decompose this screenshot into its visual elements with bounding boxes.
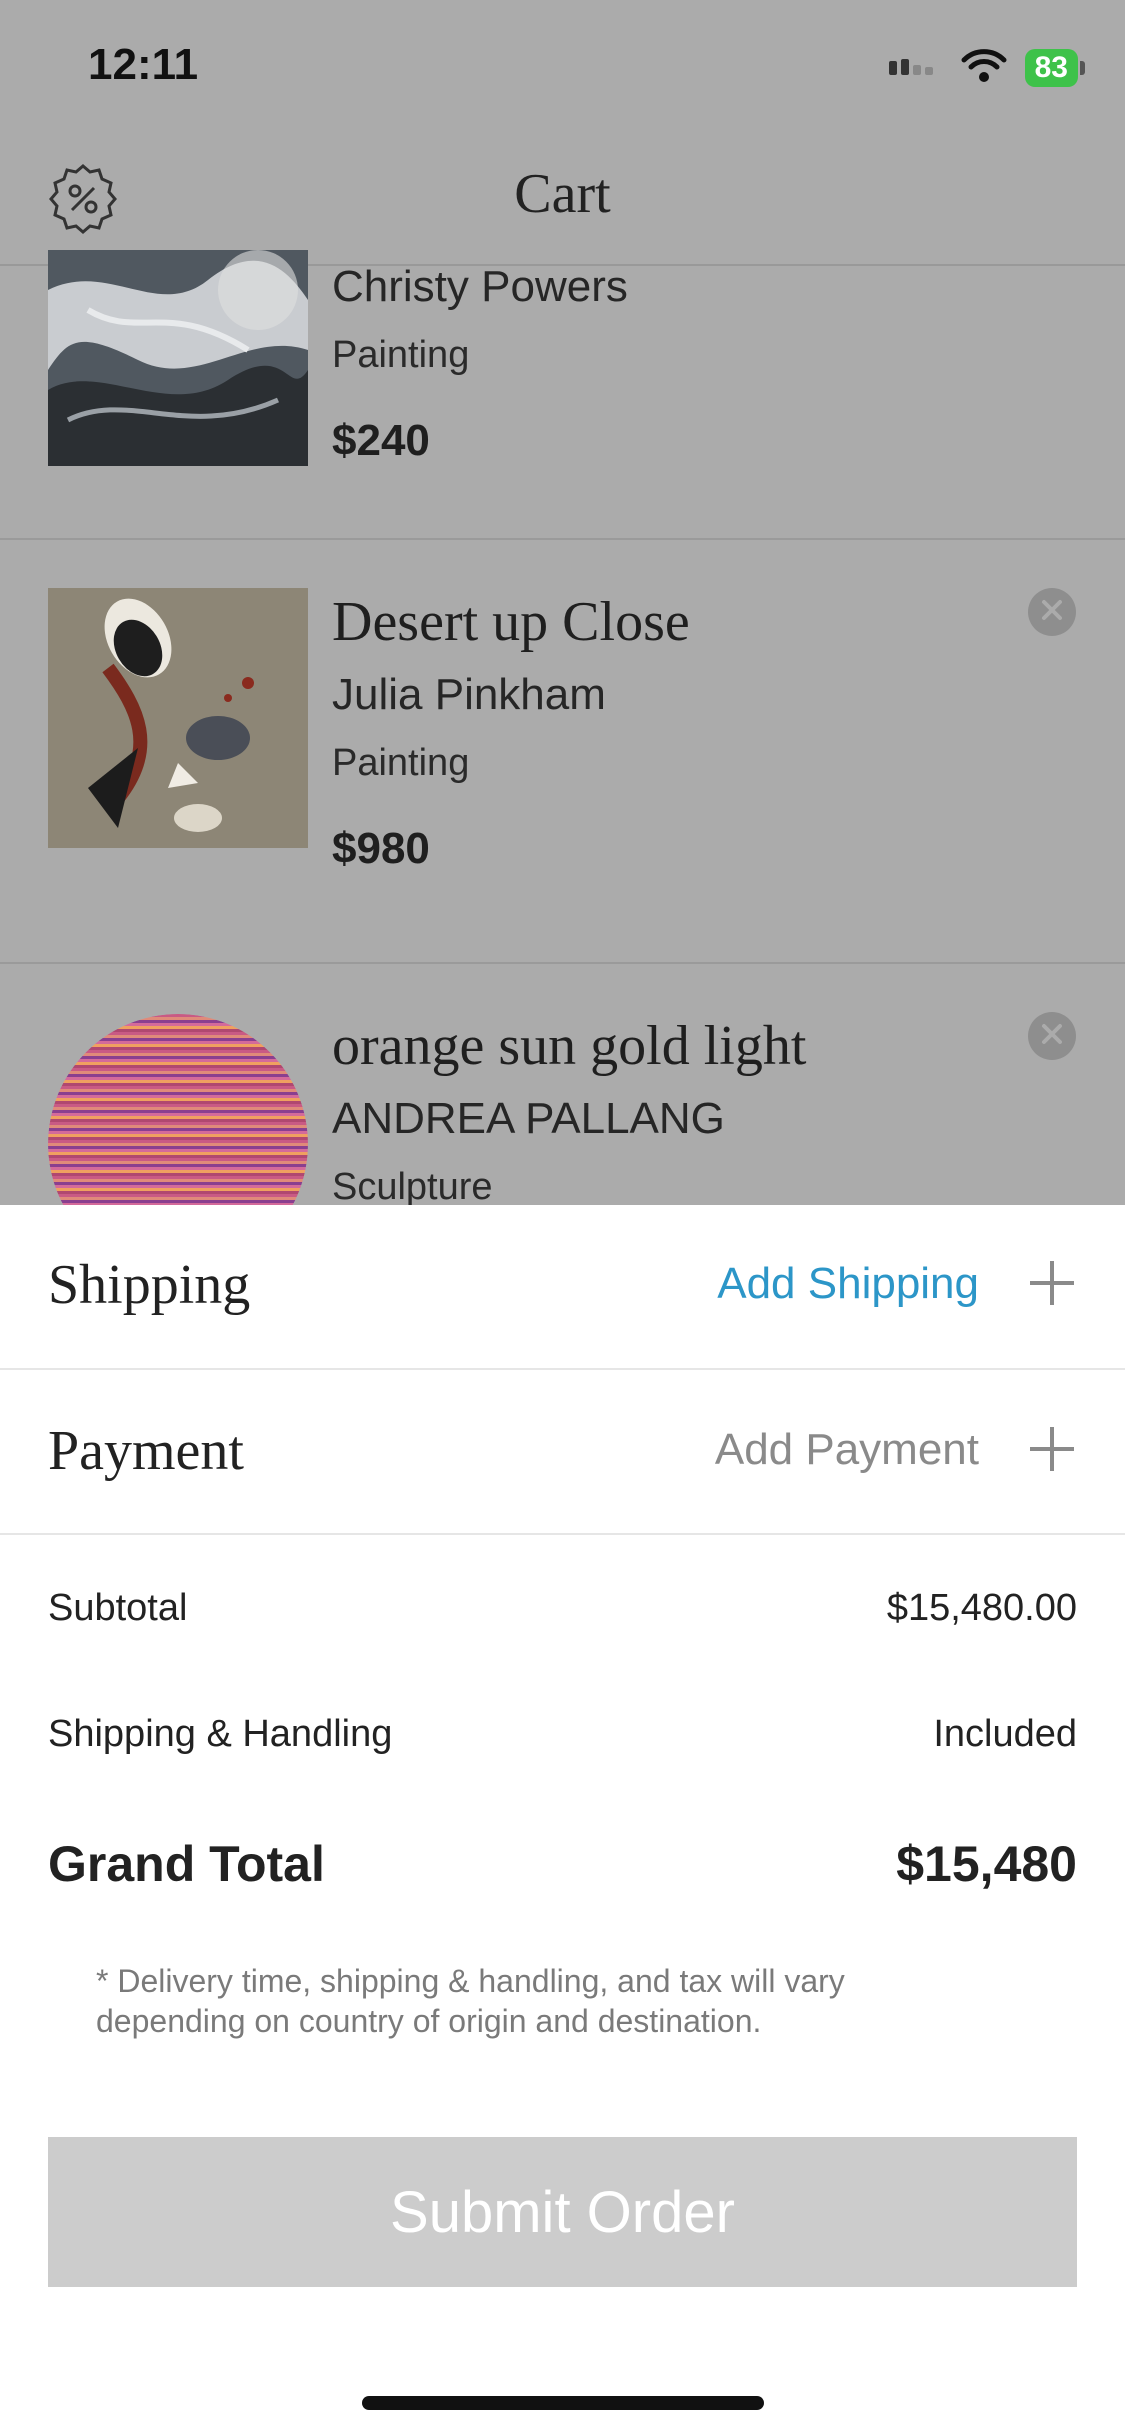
wifi-icon xyxy=(961,48,1007,87)
remove-item-button[interactable] xyxy=(1028,588,1076,636)
battery-level: 83 xyxy=(1024,48,1078,87)
divider xyxy=(0,1368,1125,1370)
cart-item[interactable]: Christy Powers Painting $240 xyxy=(0,206,1125,542)
artwork-thumbnail[interactable] xyxy=(48,1014,308,1205)
cart-background: 12:11 83 Cart Christy Powers Painting $2… xyxy=(0,0,1125,1205)
item-title: Desert up Close xyxy=(332,591,690,653)
shipping-handling-label: Shipping & Handling xyxy=(48,1713,393,1755)
close-icon xyxy=(1041,1023,1063,1050)
status-time: 12:11 xyxy=(88,40,199,89)
item-price: $980 xyxy=(332,824,430,873)
item-artist: ANDREA PALLANG xyxy=(332,1094,725,1143)
submit-order-button[interactable]: Submit Order xyxy=(48,2137,1077,2287)
add-payment-link[interactable]: Add Payment xyxy=(715,1425,979,1475)
item-category: Painting xyxy=(332,742,470,784)
status-bar: 12:11 83 xyxy=(0,0,1125,140)
artwork-thumbnail[interactable] xyxy=(48,588,308,848)
item-category: Painting xyxy=(332,334,470,376)
plus-icon[interactable] xyxy=(1028,1425,1076,1473)
cart-item[interactable]: orange sun gold light ANDREA PALLANG Scu… xyxy=(0,964,1125,1205)
add-shipping-link[interactable]: Add Shipping xyxy=(717,1259,979,1309)
plus-icon[interactable] xyxy=(1028,1259,1076,1307)
signal-icon xyxy=(888,55,943,80)
subtotal-value: $15,480.00 xyxy=(886,1587,1077,1629)
artwork-thumbnail[interactable] xyxy=(48,206,308,466)
shipping-handling-value: Included xyxy=(933,1713,1077,1755)
remove-item-button[interactable] xyxy=(1028,1012,1076,1060)
subtotal-label: Subtotal xyxy=(48,1587,188,1629)
payment-label: Payment xyxy=(48,1420,244,1482)
battery-icon: 83 xyxy=(1024,48,1085,87)
item-artist: Julia Pinkham xyxy=(332,670,606,719)
divider xyxy=(0,1533,1125,1535)
disclaimer-text: * Delivery time, shipping & handling, an… xyxy=(96,1963,845,2039)
item-title: orange sun gold light xyxy=(332,1015,807,1077)
item-category: Sculpture xyxy=(332,1166,493,1205)
cart-item[interactable]: Desert up Close Julia Pinkham Painting $… xyxy=(0,540,1125,964)
grand-total-value: $15,480 xyxy=(896,1836,1077,1892)
grand-total-label: Grand Total xyxy=(48,1836,325,1892)
status-icons: 83 xyxy=(888,48,1085,87)
close-icon xyxy=(1041,599,1063,626)
checkout-sheet: Shipping Add Shipping Payment Add Paymen… xyxy=(0,1205,1125,2436)
home-indicator xyxy=(362,2396,764,2410)
item-artist: Christy Powers xyxy=(332,262,628,311)
shipping-label: Shipping xyxy=(48,1254,251,1316)
item-price: $240 xyxy=(332,416,430,465)
